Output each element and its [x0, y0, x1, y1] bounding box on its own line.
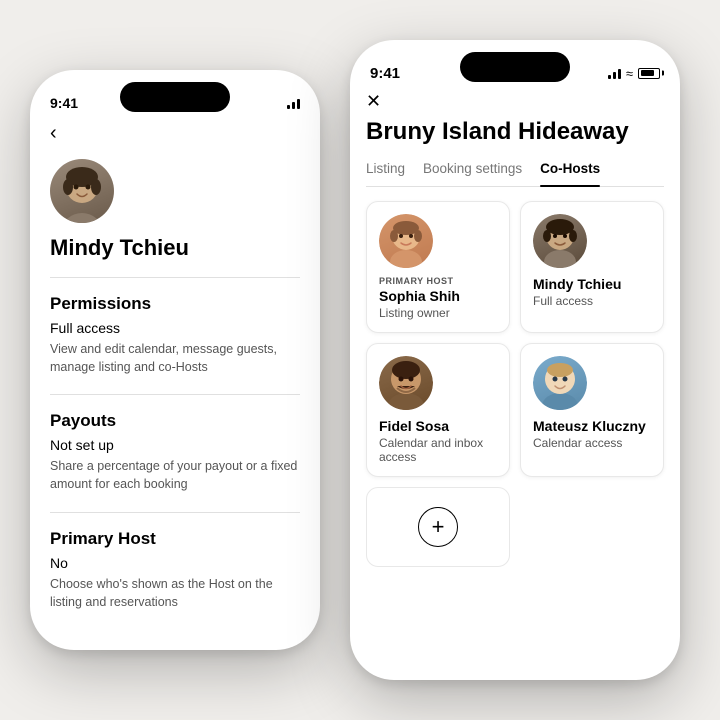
cohost-grid: Primary Host Sophia Shih Listing owner [366, 201, 664, 567]
permissions-desc: View and edit calendar, message guests, … [50, 340, 300, 376]
payouts-desc: Share a percentage of your payout or a f… [50, 457, 300, 493]
cohost-role-mindy: Full access [533, 294, 651, 308]
primary-host-desc: Choose who's shown as the Host on the li… [50, 575, 300, 611]
avatar-image-mindy [50, 159, 114, 223]
permissions-value: Full access [50, 320, 300, 336]
status-icons-1 [287, 97, 300, 109]
phone-2-content: ✕ Bruny Island Hideaway Listing Booking … [350, 92, 680, 567]
payouts-title: Payouts [50, 411, 300, 431]
primary-host-value: No [50, 555, 300, 571]
phone-1-content: ‹ [30, 122, 320, 629]
tab-booking-settings[interactable]: Booking settings [423, 161, 522, 186]
primary-badge-sophia: Primary Host [379, 276, 497, 286]
cohost-card-mindy[interactable]: Mindy Tchieu Full access [520, 201, 664, 333]
add-label: + [432, 516, 445, 538]
divider-2 [50, 394, 300, 395]
cohost-role-sophia: Listing owner [379, 306, 497, 320]
cohost-name-sophia: Sophia Shih [379, 288, 497, 304]
cohost-name-mindy: Mindy Tchieu [533, 276, 651, 292]
cohost-name-fidel: Fidel Sosa [379, 418, 497, 434]
avatar-mindy [50, 159, 114, 223]
primary-host-title: Primary Host [50, 529, 300, 549]
cohost-avatar-mateusz [533, 356, 587, 410]
tab-listing[interactable]: Listing [366, 161, 405, 186]
tab-cohosts[interactable]: Co-Hosts [540, 161, 600, 186]
back-button[interactable]: ‹ [50, 122, 300, 145]
battery-icon-2 [638, 68, 660, 79]
dynamic-island-2 [460, 52, 570, 82]
phone-2: 9:41 ≈ ✕ Bruny Island Hideaway Listing B… [350, 40, 680, 680]
phone-1: 9:41 ‹ [30, 70, 320, 650]
cohost-card-mateusz[interactable]: Mateusz Kluczny Calendar access [520, 343, 664, 477]
close-button[interactable]: ✕ [366, 92, 664, 110]
cohost-avatar-mindy [533, 214, 587, 268]
cohost-card-sophia[interactable]: Primary Host Sophia Shih Listing owner [366, 201, 510, 333]
payouts-value: Not set up [50, 437, 300, 453]
permissions-title: Permissions [50, 294, 300, 314]
divider-3 [50, 512, 300, 513]
wifi-icon-2: ≈ [626, 66, 633, 81]
cohost-card-fidel[interactable]: Fidel Sosa Calendar and inbox access [366, 343, 510, 477]
tabs-container: Listing Booking settings Co-Hosts [366, 161, 664, 187]
status-icons-2: ≈ [608, 66, 660, 81]
dynamic-island-1 [120, 82, 230, 112]
cohost-avatar-fidel [379, 356, 433, 410]
cohost-role-mateusz: Calendar access [533, 436, 651, 450]
listing-title: Bruny Island Hideaway [366, 118, 664, 147]
battery-fill [641, 70, 655, 76]
cohost-name-mateusz: Mateusz Kluczny [533, 418, 651, 434]
host-name: Mindy Tchieu [50, 235, 300, 261]
divider-1 [50, 277, 300, 278]
cohost-role-fidel: Calendar and inbox access [379, 436, 497, 464]
cohost-avatar-sophia [379, 214, 433, 268]
cohost-avatar-img-mindy [533, 214, 587, 268]
signal-icon-1 [287, 97, 300, 109]
scene: 9:41 ‹ [0, 0, 720, 720]
add-cohost-card[interactable]: + [366, 487, 510, 567]
cohost-avatar-img-sophia [379, 214, 433, 268]
cohost-avatar-img-fidel [379, 356, 433, 410]
status-time-2: 9:41 [370, 65, 400, 82]
add-icon: + [418, 507, 458, 547]
signal-icon-2 [608, 67, 621, 79]
status-time-1: 9:41 [50, 95, 78, 111]
cohost-avatar-img-mateusz [533, 356, 587, 410]
